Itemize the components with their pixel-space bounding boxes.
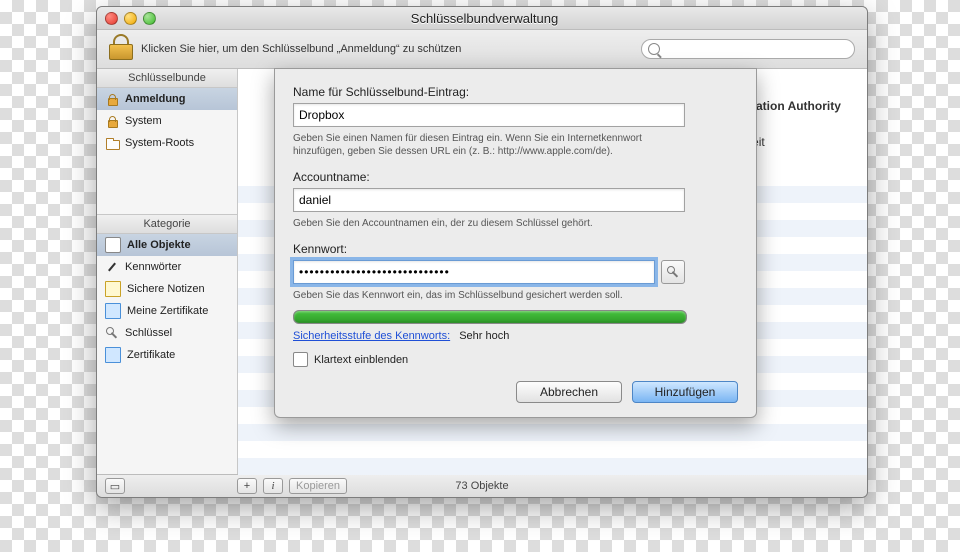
password-strength-bar [293,310,687,324]
key-icon [666,265,680,279]
password-label: Kennwort: [293,242,738,256]
search-icon [648,43,660,55]
pen-icon [105,260,119,274]
category-header: Kategorie [97,215,237,234]
key-icon [105,326,119,340]
certificate-icon [105,303,121,319]
all-items-icon [105,237,121,253]
search-input[interactable] [665,42,848,56]
sidebar-item-label: Zertifikate [127,349,175,361]
traffic-lights [105,12,156,25]
add-button[interactable]: + [237,478,257,494]
sidebar-item-label: Meine Zertifikate [127,305,208,317]
sidebar-item-label: Schlüssel [125,327,172,339]
sidebar-item-anmeldung[interactable]: Anmeldung [97,88,237,110]
name-input[interactable] [293,103,685,127]
sidebar-item-label: Anmeldung [125,93,186,105]
copy-button-label: Kopieren [296,480,340,492]
cancel-button[interactable]: Abbrechen [516,381,622,403]
object-count: 73 Objekte [455,480,508,492]
sidebar-item-system-roots[interactable]: System-Roots [97,132,237,154]
sidebar-item-system[interactable]: System [97,110,237,132]
sidebar-item-sichere-notizen[interactable]: Sichere Notizen [97,278,237,300]
sidebar-item-kennwoerter[interactable]: Kennwörter [97,256,237,278]
note-icon [105,281,121,297]
sidebar-item-meine-zertifikate[interactable]: Meine Zertifikate [97,300,237,322]
info-button[interactable]: i [263,478,283,494]
sidebar-item-label: Sichere Notizen [127,283,205,295]
sidebar-item-label: System [125,115,162,127]
sidebar-item-schluessel[interactable]: Schlüssel [97,322,237,344]
footer-bar: ▭ + i Kopieren 73 Objekte [97,474,867,497]
sidebar: Schlüsselbunde Anmeldung System System-R… [97,69,238,474]
add-button-label: Hinzufügen [655,385,716,399]
password-hint: Geben Sie das Kennwort ein, das im Schlü… [293,289,685,302]
sidebar-item-label: Alle Objekte [127,239,191,251]
sidebar-item-zertifikate[interactable]: Zertifikate [97,344,237,366]
keychains-header: Schlüsselbunde [97,69,237,88]
titlebar: Schlüsselbundverwaltung [97,7,867,30]
lock-hint-text: Klicken Sie hier, um den Schlüsselbund „… [141,43,631,55]
sidebar-item-label: System-Roots [125,137,194,149]
view-toggle-button[interactable]: ▭ [105,478,125,494]
unlock-icon[interactable] [109,38,131,60]
account-label: Accountname: [293,170,738,184]
show-plaintext-checkbox[interactable] [293,352,308,367]
sidebar-item-alle-objekte[interactable]: Alle Objekte [97,234,237,256]
search-field[interactable] [641,39,855,59]
add-button[interactable]: Hinzufügen [632,381,738,403]
password-input[interactable] [293,260,655,284]
minimize-window-button[interactable] [124,12,137,25]
lock-icon [105,114,119,128]
name-label: Name für Schlüsselbund-Eintrag: [293,85,738,99]
password-strength-value: Sehr hoch [459,330,509,342]
sidebar-item-label: Kennwörter [125,261,181,273]
unlock-icon [105,92,119,106]
certificate-icon [105,347,121,363]
name-hint: Geben Sie einen Namen für diesen Eintrag… [293,132,685,158]
lock-toolbar: Klicken Sie hier, um den Schlüsselbund „… [97,30,867,69]
account-input[interactable] [293,188,685,212]
folder-icon [105,136,119,150]
password-generator-button[interactable] [661,260,685,284]
add-keychain-item-sheet: Name für Schlüsselbund-Eintrag: Geben Si… [274,68,757,418]
account-hint: Geben Sie den Accountnamen ein, der zu d… [293,217,685,230]
show-plaintext-label: Klartext einblenden [314,354,408,366]
copy-button[interactable]: Kopieren [289,478,347,494]
cancel-button-label: Abbrechen [540,385,598,399]
zoom-window-button[interactable] [143,12,156,25]
password-strength-link[interactable]: Sicherheitsstufe des Kennworts: [293,330,450,342]
close-window-button[interactable] [105,12,118,25]
window-title: Schlüsselbundverwaltung [166,11,803,26]
